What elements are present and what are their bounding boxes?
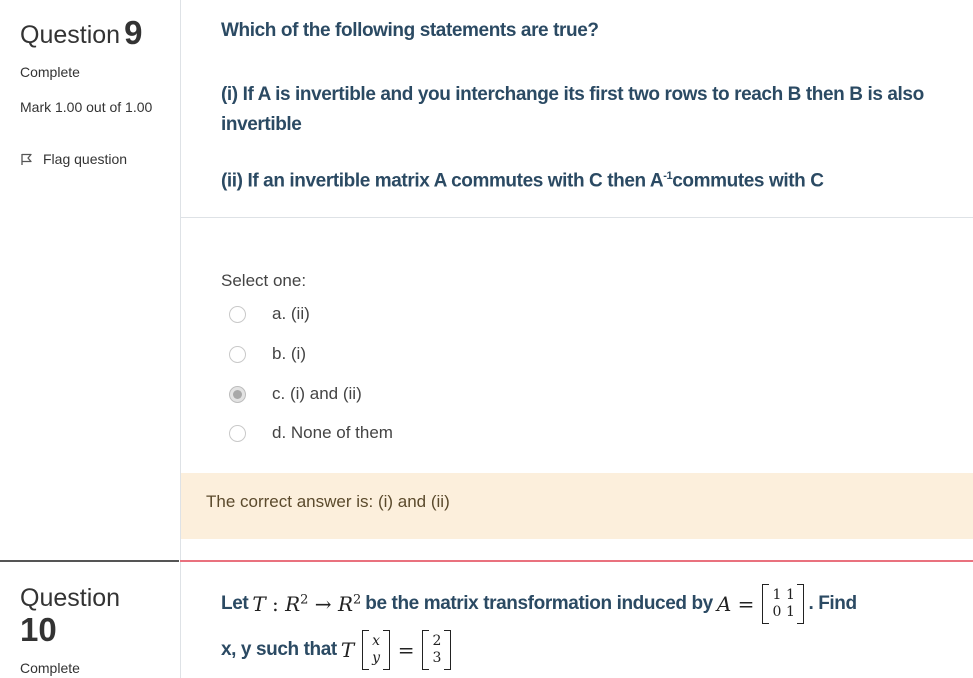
math-T-apply: T bbox=[340, 638, 355, 662]
answer-option-a[interactable]: a. (ii) bbox=[229, 304, 310, 324]
matrix-right-bracket bbox=[797, 584, 805, 624]
math-A-symbol: A bbox=[716, 592, 732, 616]
option-d-label: d. None of them bbox=[272, 423, 393, 442]
question-10-text-panel: Let T : R2 → R2 be the matrix transforma… bbox=[180, 562, 973, 678]
answer-option-b[interactable]: b. (i) bbox=[229, 344, 306, 364]
matrix-A-entries: 1 1 0 1 bbox=[769, 587, 797, 621]
radio-option-b[interactable] bbox=[229, 345, 246, 363]
question-text-line-3: (ii) If an invertible matrix A commutes … bbox=[221, 170, 824, 192]
flag-icon bbox=[20, 153, 33, 166]
matrix-A-entry: 0 bbox=[772, 604, 781, 620]
vector-left-bracket bbox=[362, 630, 370, 670]
q10-middle-text: be the matrix transformation induced by bbox=[365, 593, 713, 614]
answer-panel: Select one: a. (ii) b. (i) c. (i) and (i… bbox=[180, 218, 973, 473]
option-c-label: c. (i) and (ii) bbox=[272, 384, 362, 403]
question-state: Complete bbox=[20, 64, 80, 80]
question-10-state: Complete bbox=[20, 660, 80, 676]
question-grade: Mark 1.00 out of 1.00 bbox=[20, 99, 153, 115]
vector-result: 2 3 bbox=[422, 630, 451, 670]
matrix-A-entry: 1 bbox=[785, 604, 795, 620]
question-10-label: Question bbox=[20, 584, 121, 612]
result-right-bracket bbox=[443, 630, 451, 670]
question-text-line-1: Which of the following statements are tr… bbox=[221, 20, 599, 41]
matrix-left-bracket bbox=[762, 584, 770, 624]
radio-option-c[interactable] bbox=[229, 385, 246, 403]
question-text-panel: Which of the following statements are tr… bbox=[180, 0, 973, 218]
option-b-label: b. (i) bbox=[272, 344, 306, 363]
question-10-text-line-2: x, y such that T x y = 2 3 bbox=[221, 630, 455, 670]
question-heading: Question 9 bbox=[20, 14, 142, 52]
math-T: T bbox=[252, 592, 266, 616]
vector-xy-entries: x y bbox=[369, 633, 383, 667]
math-exp-codomain: 2 bbox=[353, 592, 362, 608]
answer-option-c[interactable]: c. (i) and (ii) bbox=[229, 384, 362, 404]
result-left-bracket bbox=[422, 630, 430, 670]
inverse-superscript: -1 bbox=[663, 170, 673, 182]
q10-line2-text: x, y such that bbox=[221, 639, 337, 660]
vector-xy: x y bbox=[362, 630, 390, 670]
vector-right-bracket bbox=[382, 630, 390, 670]
matrix-A-entry: 1 bbox=[785, 587, 795, 603]
vector-result-entries: 2 3 bbox=[429, 633, 444, 667]
question-10-number: 10 bbox=[20, 611, 57, 648]
math-A: A = bbox=[716, 592, 755, 616]
math-mapping: T : R2 → R2 bbox=[252, 592, 362, 616]
vector-x: x bbox=[372, 633, 380, 649]
question-10-text-line-1: Let T : R2 → R2 be the matrix transforma… bbox=[221, 584, 857, 624]
math-equals: = bbox=[397, 638, 415, 662]
matrix-A: 1 1 0 1 bbox=[762, 584, 805, 624]
option-a-label: a. (ii) bbox=[272, 304, 310, 323]
feedback-panel: The correct answer is: (i) and (ii) bbox=[180, 473, 973, 539]
radio-option-a[interactable] bbox=[229, 305, 246, 323]
math-R-codomain: R bbox=[337, 592, 353, 616]
question-label: Question bbox=[20, 21, 121, 49]
answer-option-d[interactable]: d. None of them bbox=[229, 423, 393, 443]
statement-ii-suffix: commutes with C bbox=[672, 170, 824, 192]
matrix-A-entry: 1 bbox=[772, 587, 781, 603]
question-info-panel: Question 9 Complete Mark 1.00 out of 1.00… bbox=[0, 0, 179, 560]
vector-y: y bbox=[372, 650, 380, 666]
select-one-prompt: Select one: bbox=[221, 271, 307, 290]
q10-let: Let bbox=[221, 593, 249, 614]
result-entry-1: 2 bbox=[432, 633, 441, 649]
question-10-info-panel: Question 10 Complete bbox=[0, 562, 179, 678]
radio-option-d[interactable] bbox=[229, 424, 246, 442]
question-text-line-2: (i) If A is invertible and you interchan… bbox=[221, 84, 924, 135]
flag-question-link[interactable]: Flag question bbox=[20, 151, 127, 167]
question-bottom-spacer bbox=[180, 539, 973, 560]
statement-ii-prefix: (ii) If an invertible matrix A commutes … bbox=[221, 170, 664, 192]
q10-find: . Find bbox=[808, 593, 857, 614]
correct-answer-text: The correct answer is: (i) and (ii) bbox=[206, 492, 450, 511]
math-R-domain: R bbox=[285, 592, 301, 616]
result-entry-2: 3 bbox=[432, 650, 441, 666]
flag-question-label: Flag question bbox=[43, 151, 128, 167]
question-number: 9 bbox=[124, 14, 143, 51]
